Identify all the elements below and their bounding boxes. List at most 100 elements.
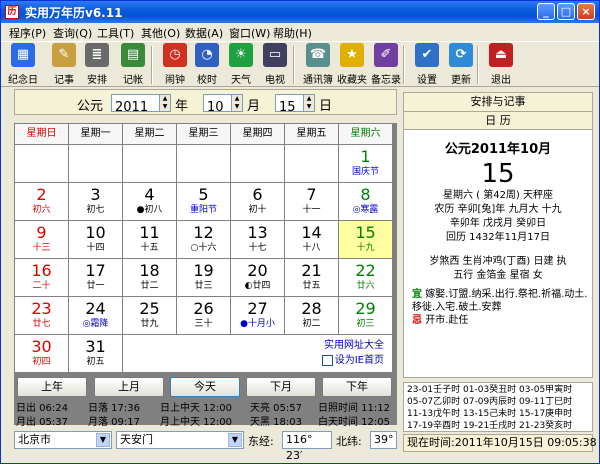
day-number: 23	[31, 299, 52, 318]
menu-program[interactable]: 程序(P)	[9, 25, 46, 41]
lunar-day: 初六	[32, 205, 51, 215]
day-cell[interactable]: 9 十三	[15, 221, 68, 258]
day-cell[interactable]: 7 十一	[285, 183, 338, 220]
next-month-button[interactable]: 下月	[246, 377, 316, 397]
chevron-down-icon[interactable]: ▼	[228, 433, 242, 447]
day-cell[interactable]: 30 初四	[15, 335, 68, 372]
toolbar-exit-button[interactable]: ⏏ 退出	[485, 43, 517, 86]
toolbar-label: 纪念日	[8, 75, 38, 86]
toolbar-label: 闹钟	[165, 75, 185, 86]
toolbar-settings-button[interactable]: ✔ 设置	[411, 43, 443, 86]
toolbar-notebook-button[interactable]: ✎ 记事	[48, 43, 80, 86]
day-number: 28	[301, 299, 322, 318]
day-cell[interactable]: 28 初二	[285, 297, 338, 334]
day-cell[interactable]: 20 ◐廿四	[231, 259, 284, 296]
spin-arrows-icon[interactable]: ▲ ▼	[231, 95, 242, 111]
lunar-day: ◐廿四	[244, 281, 271, 291]
day-cell[interactable]: 12 ○十六	[177, 221, 230, 258]
day-cell[interactable]: 19 廿三	[177, 259, 230, 296]
day-cell[interactable]: 17 廿一	[69, 259, 122, 296]
menu-query[interactable]: 查询(Q)	[53, 25, 92, 41]
day-cell[interactable]: 6 初十	[231, 183, 284, 220]
schedule-notes-header[interactable]: 安排与记事	[403, 92, 593, 112]
spin-arrows-icon[interactable]: ▲ ▼	[159, 95, 170, 111]
day-cell[interactable]: 21 廿五	[285, 259, 338, 296]
day-cell[interactable]: 3 初七	[69, 183, 122, 220]
weekday-header: 星期六	[339, 124, 392, 144]
chevron-down-icon[interactable]: ▼	[96, 433, 110, 447]
day-cell[interactable]: 10 十四	[69, 221, 122, 258]
day-spinner[interactable]: 15 ▲ ▼	[275, 94, 315, 115]
year-spinner[interactable]: 2011 ▲ ▼	[111, 94, 171, 115]
toolbar-alarm-clock-button[interactable]: ◷ 闹钟	[159, 43, 191, 86]
menu-other[interactable]: 其他(O)	[141, 25, 180, 41]
prev-month-button[interactable]: 上月	[94, 377, 164, 397]
day-number: 19	[193, 261, 214, 280]
minimize-button[interactable]: _	[537, 3, 555, 20]
useful-sites-link[interactable]: 实用网址大全	[123, 338, 384, 353]
maximize-button[interactable]: □	[557, 3, 575, 20]
month-spinner[interactable]: 10 ▲ ▼	[203, 94, 243, 115]
day-cell[interactable]: 29 初三	[339, 297, 392, 334]
menu-data[interactable]: 数据(A)	[185, 25, 223, 41]
day-cell[interactable]: 11 十五	[123, 221, 176, 258]
toolbar-schedule-button[interactable]: ≣ 安排	[81, 43, 113, 86]
toolbar-update-button[interactable]: ⟳ 更新	[445, 43, 477, 86]
prev-year-button[interactable]: 上年	[17, 377, 87, 397]
toolbar-address-book-button[interactable]: ☎ 通讯簿	[301, 43, 335, 86]
close-button[interactable]: ×	[577, 3, 595, 20]
menu-tools[interactable]: 工具(T)	[97, 25, 134, 41]
toolbar-calendar-button[interactable]: ▦ 纪念日	[7, 43, 39, 86]
address-book-icon: ☎	[306, 43, 330, 67]
empty-day-cell	[231, 145, 284, 182]
day-cell[interactable]: 8 ◎寒露	[339, 183, 392, 220]
toolbar-ledger-button[interactable]: ▤ 记帐	[117, 43, 149, 86]
toolbar-tv-button[interactable]: ▭ 电视	[259, 43, 291, 86]
day-cell[interactable]: 26 三十	[177, 297, 230, 334]
toolbar-clock-button[interactable]: ◔ 校时	[191, 43, 223, 86]
toolbar-weather-button[interactable]: ☀ 天气	[225, 43, 257, 86]
set-homepage-checkbox[interactable]: 设为IE首页	[123, 353, 384, 368]
favorites-star-icon: ★	[340, 43, 364, 67]
schedule-icon: ≣	[85, 43, 109, 67]
day-cell[interactable]: 31 初五	[69, 335, 122, 372]
city-select[interactable]: 北京市 ▼	[14, 431, 112, 449]
dawn-time: 天亮 05:57	[250, 403, 302, 414]
day-cell[interactable]: 4 ●初八	[123, 183, 176, 220]
day-cell[interactable]: 22 廿六	[339, 259, 392, 296]
day-number: 6	[252, 185, 263, 204]
next-year-button[interactable]: 下年	[322, 377, 392, 397]
toolbar-memo-button[interactable]: ✐ 备忘录	[369, 43, 403, 86]
day-cell[interactable]: 13 十七	[231, 221, 284, 258]
day-cell[interactable]: 18 廿二	[123, 259, 176, 296]
checkbox-icon[interactable]	[321, 354, 333, 366]
lunar-day: 廿七	[32, 319, 51, 329]
hours-row: 23-01壬子时 01-03癸丑时 03-05甲寅时	[407, 385, 573, 395]
moonset-time: 月落 09:17	[88, 417, 140, 428]
day-cell[interactable]: 14 十八	[285, 221, 338, 258]
toolbar-favorites-star-button[interactable]: ★ 收藏夹	[335, 43, 369, 86]
day-cell[interactable]: 27 ●十月小	[231, 297, 284, 334]
update-icon: ⟳	[449, 43, 473, 67]
day-cell[interactable]: 1 国庆节	[339, 145, 392, 182]
day-number: 29	[355, 299, 376, 318]
day-cell[interactable]: 2 初六	[15, 183, 68, 220]
day-cell[interactable]: 25 廿九	[123, 297, 176, 334]
day-cell[interactable]: 15 十九	[339, 221, 392, 258]
menu-help[interactable]: 帮助(H)	[273, 25, 312, 41]
weekday-header: 星期五	[285, 124, 338, 144]
today-button[interactable]: 今天	[170, 377, 240, 397]
day-number: 30	[31, 337, 52, 356]
menu-window[interactable]: 窗口(W)	[229, 25, 270, 41]
day-cell[interactable]: 16 二十	[15, 259, 68, 296]
day-number: 10	[85, 223, 106, 242]
day-cell[interactable]: 24 ◎霜降	[69, 297, 122, 334]
place-select[interactable]: 天安门 ▼	[116, 431, 244, 449]
day-cell[interactable]: 23 廿七	[15, 297, 68, 334]
spin-arrows-icon[interactable]: ▲ ▼	[303, 95, 314, 111]
tab-calendar[interactable]: 日 历	[403, 112, 593, 130]
hijri-date: 回历 1432年11月17日	[445, 232, 551, 243]
toolbar-separator	[477, 46, 479, 84]
day-cell[interactable]: 5 重阳节	[177, 183, 230, 220]
title-bar[interactable]: 历 实用万年历v6.11 _ □ ×	[1, 1, 599, 23]
